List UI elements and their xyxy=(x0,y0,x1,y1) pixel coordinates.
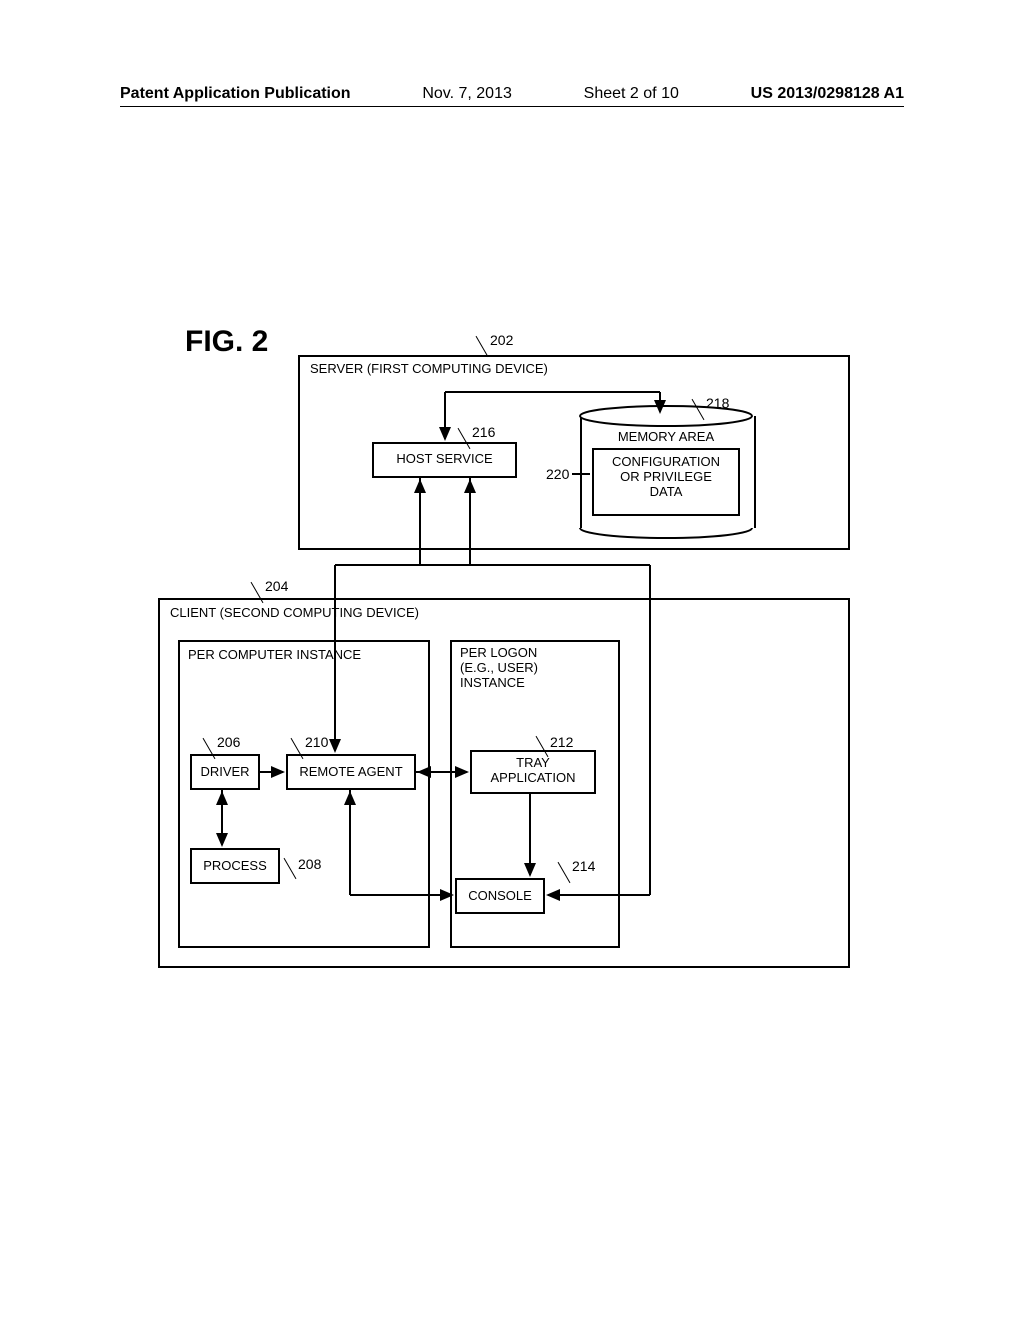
arrows-layer xyxy=(160,340,850,980)
page-header: Patent Application Publication Nov. 7, 2… xyxy=(120,85,904,107)
sheet-number: Sheet 2 of 10 xyxy=(584,85,679,103)
publication-type: Patent Application Publication xyxy=(120,85,351,103)
diagram: SERVER (FIRST COMPUTING DEVICE) HOST SER… xyxy=(160,340,850,980)
doc-number: US 2013/0298128 A1 xyxy=(751,85,904,103)
publication-date: Nov. 7, 2013 xyxy=(422,85,512,103)
